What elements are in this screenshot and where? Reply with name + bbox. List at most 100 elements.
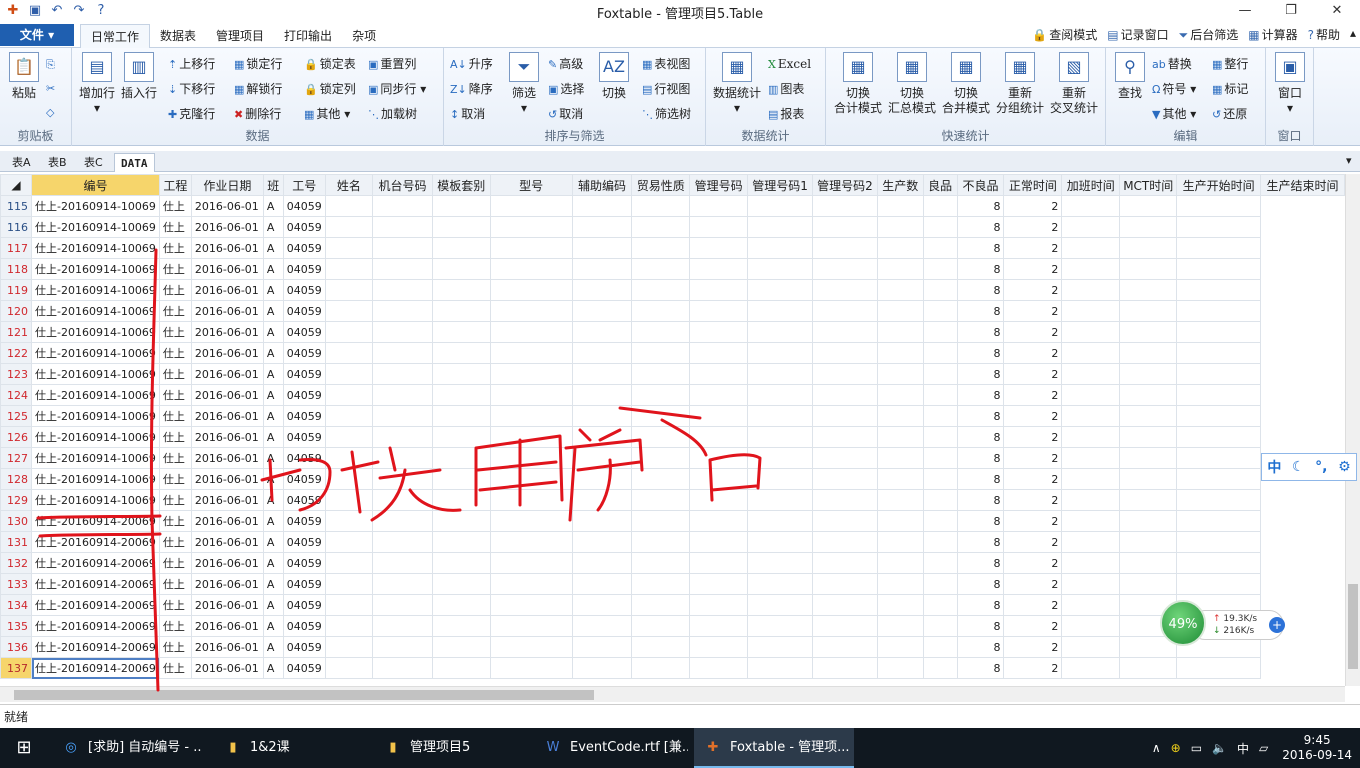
cell-project[interactable]: 仕上 [158,636,192,658]
cell-empty[interactable] [431,426,491,448]
cell-empty[interactable] [324,594,374,616]
cell-empty[interactable] [922,363,958,385]
cell-employee-no[interactable]: 04059 [282,258,326,280]
cell-empty[interactable] [1176,405,1262,427]
cell-empty[interactable] [571,531,633,553]
cell-empty[interactable] [631,258,691,280]
help-button[interactable]: ? 帮助 [1308,26,1340,43]
cell-date[interactable]: 2016-06-01 [190,426,264,448]
cell-empty[interactable] [324,615,374,637]
column-header[interactable]: 管理号码1 [747,174,813,196]
cell-empty[interactable] [372,552,433,574]
cell-project[interactable]: 仕上 [158,342,192,364]
cell-empty[interactable] [1119,510,1178,532]
cell-normal-time[interactable]: 8 [956,531,1005,553]
sheet-list-dropdown-icon[interactable]: ▾ [1340,151,1358,170]
cell-empty[interactable] [489,510,573,532]
cell-empty[interactable] [689,279,749,301]
row-number[interactable]: 120 [0,300,32,322]
cell-empty[interactable] [431,237,491,259]
cell-date[interactable]: 2016-06-01 [190,636,264,658]
cell-date[interactable]: 2016-06-01 [190,258,264,280]
cell-empty[interactable] [747,279,813,301]
cell-empty[interactable] [431,384,491,406]
row-number[interactable]: 128 [0,468,32,490]
cell-project[interactable]: 仕上 [158,489,192,511]
moon-icon[interactable]: ☾ [1292,459,1305,475]
cell-date[interactable]: 2016-06-01 [190,594,264,616]
lock-row-button[interactable]: ▦ 锁定行 [234,54,282,74]
row-number[interactable]: 130 [0,510,32,532]
cell-empty[interactable] [747,405,813,427]
cell-date[interactable]: 2016-06-01 [190,321,264,343]
cell-empty[interactable] [747,321,813,343]
cell-overtime[interactable]: 2 [1003,258,1063,280]
copy-button[interactable]: ⎘ [46,54,57,74]
cell-id[interactable]: 仕上-20160914-20069 [31,531,160,553]
cell-empty[interactable] [571,384,633,406]
cell-empty[interactable] [876,321,924,343]
cell-empty[interactable] [1061,510,1121,532]
cell-empty[interactable] [1176,300,1262,322]
column-header[interactable]: 机台号码 [372,174,433,196]
cell-empty[interactable] [372,468,433,490]
cell-empty[interactable] [1061,384,1121,406]
regroup-stats-button[interactable]: ▦ 重新 分组统计 [994,52,1046,116]
cell-date[interactable]: 2016-06-01 [190,237,264,259]
cell-empty[interactable] [571,321,633,343]
cell-empty[interactable] [1061,405,1121,427]
cell-date[interactable]: 2016-06-01 [190,489,264,511]
cell-empty[interactable] [489,426,573,448]
cell-employee-no[interactable]: 04059 [282,405,326,427]
cell-empty[interactable] [689,321,749,343]
cell-empty[interactable] [372,363,433,385]
format-painter-button[interactable]: ◇ [46,102,56,122]
cell-id[interactable]: 仕上-20160914-10069 [31,279,160,301]
select-filter-button[interactable]: ▣ 选择 [548,79,584,99]
cell-empty[interactable] [689,594,749,616]
cell-empty[interactable] [372,489,433,511]
cell-empty[interactable] [876,510,924,532]
cell-empty[interactable] [922,510,958,532]
cell-empty[interactable] [1176,384,1262,406]
cell-normal-time[interactable]: 8 [956,447,1005,469]
cell-empty[interactable] [1176,510,1262,532]
table-row[interactable]: 135 仕上-20160914-20069 仕上 2016-06-01 A 04059 8 2 [0,615,1345,637]
cell-project[interactable]: 仕上 [158,594,192,616]
cell-class[interactable]: A [262,636,284,658]
table-row[interactable]: 123 仕上-20160914-10069 仕上 2016-06-01 A 04059 8 2 [0,363,1345,385]
cell-project[interactable]: 仕上 [158,531,192,553]
memory-usage-ball[interactable]: 49% [1160,600,1206,646]
cell-empty[interactable] [1119,363,1178,385]
sheet-tab-a[interactable]: 表A [6,153,37,172]
cell-empty[interactable] [1061,321,1121,343]
filter-button[interactable]: ⏷ 筛选 ▾ [506,52,542,116]
cell-empty[interactable] [324,237,374,259]
cell-empty[interactable] [1119,321,1178,343]
cell-empty[interactable] [372,657,433,679]
cell-empty[interactable] [922,468,958,490]
recross-stats-button[interactable]: ▧ 重新 交叉统计 [1048,52,1100,116]
cell-class[interactable]: A [262,258,284,280]
cell-employee-no[interactable]: 04059 [282,489,326,511]
column-header[interactable]: 不良品 [956,174,1005,196]
cell-empty[interactable] [747,300,813,322]
cell-project[interactable]: 仕上 [158,321,192,343]
cell-empty[interactable] [489,615,573,637]
cell-normal-time[interactable]: 8 [956,510,1005,532]
cell-empty[interactable] [324,510,374,532]
cell-id[interactable]: 仕上-20160914-10069 [31,384,160,406]
select-all-corner[interactable]: ◢ [0,174,32,196]
cell-empty[interactable] [324,447,374,469]
cell-empty[interactable] [876,405,924,427]
cell-empty[interactable] [689,447,749,469]
cell-empty[interactable] [631,363,691,385]
cell-empty[interactable] [324,657,374,679]
cell-overtime[interactable]: 2 [1003,384,1063,406]
cell-empty[interactable] [489,468,573,490]
cell-project[interactable]: 仕上 [158,426,192,448]
cell-empty[interactable] [571,195,633,217]
cell-empty[interactable] [631,216,691,238]
tab-manage-project[interactable]: 管理项目 [206,24,274,48]
cell-project[interactable]: 仕上 [158,573,192,595]
